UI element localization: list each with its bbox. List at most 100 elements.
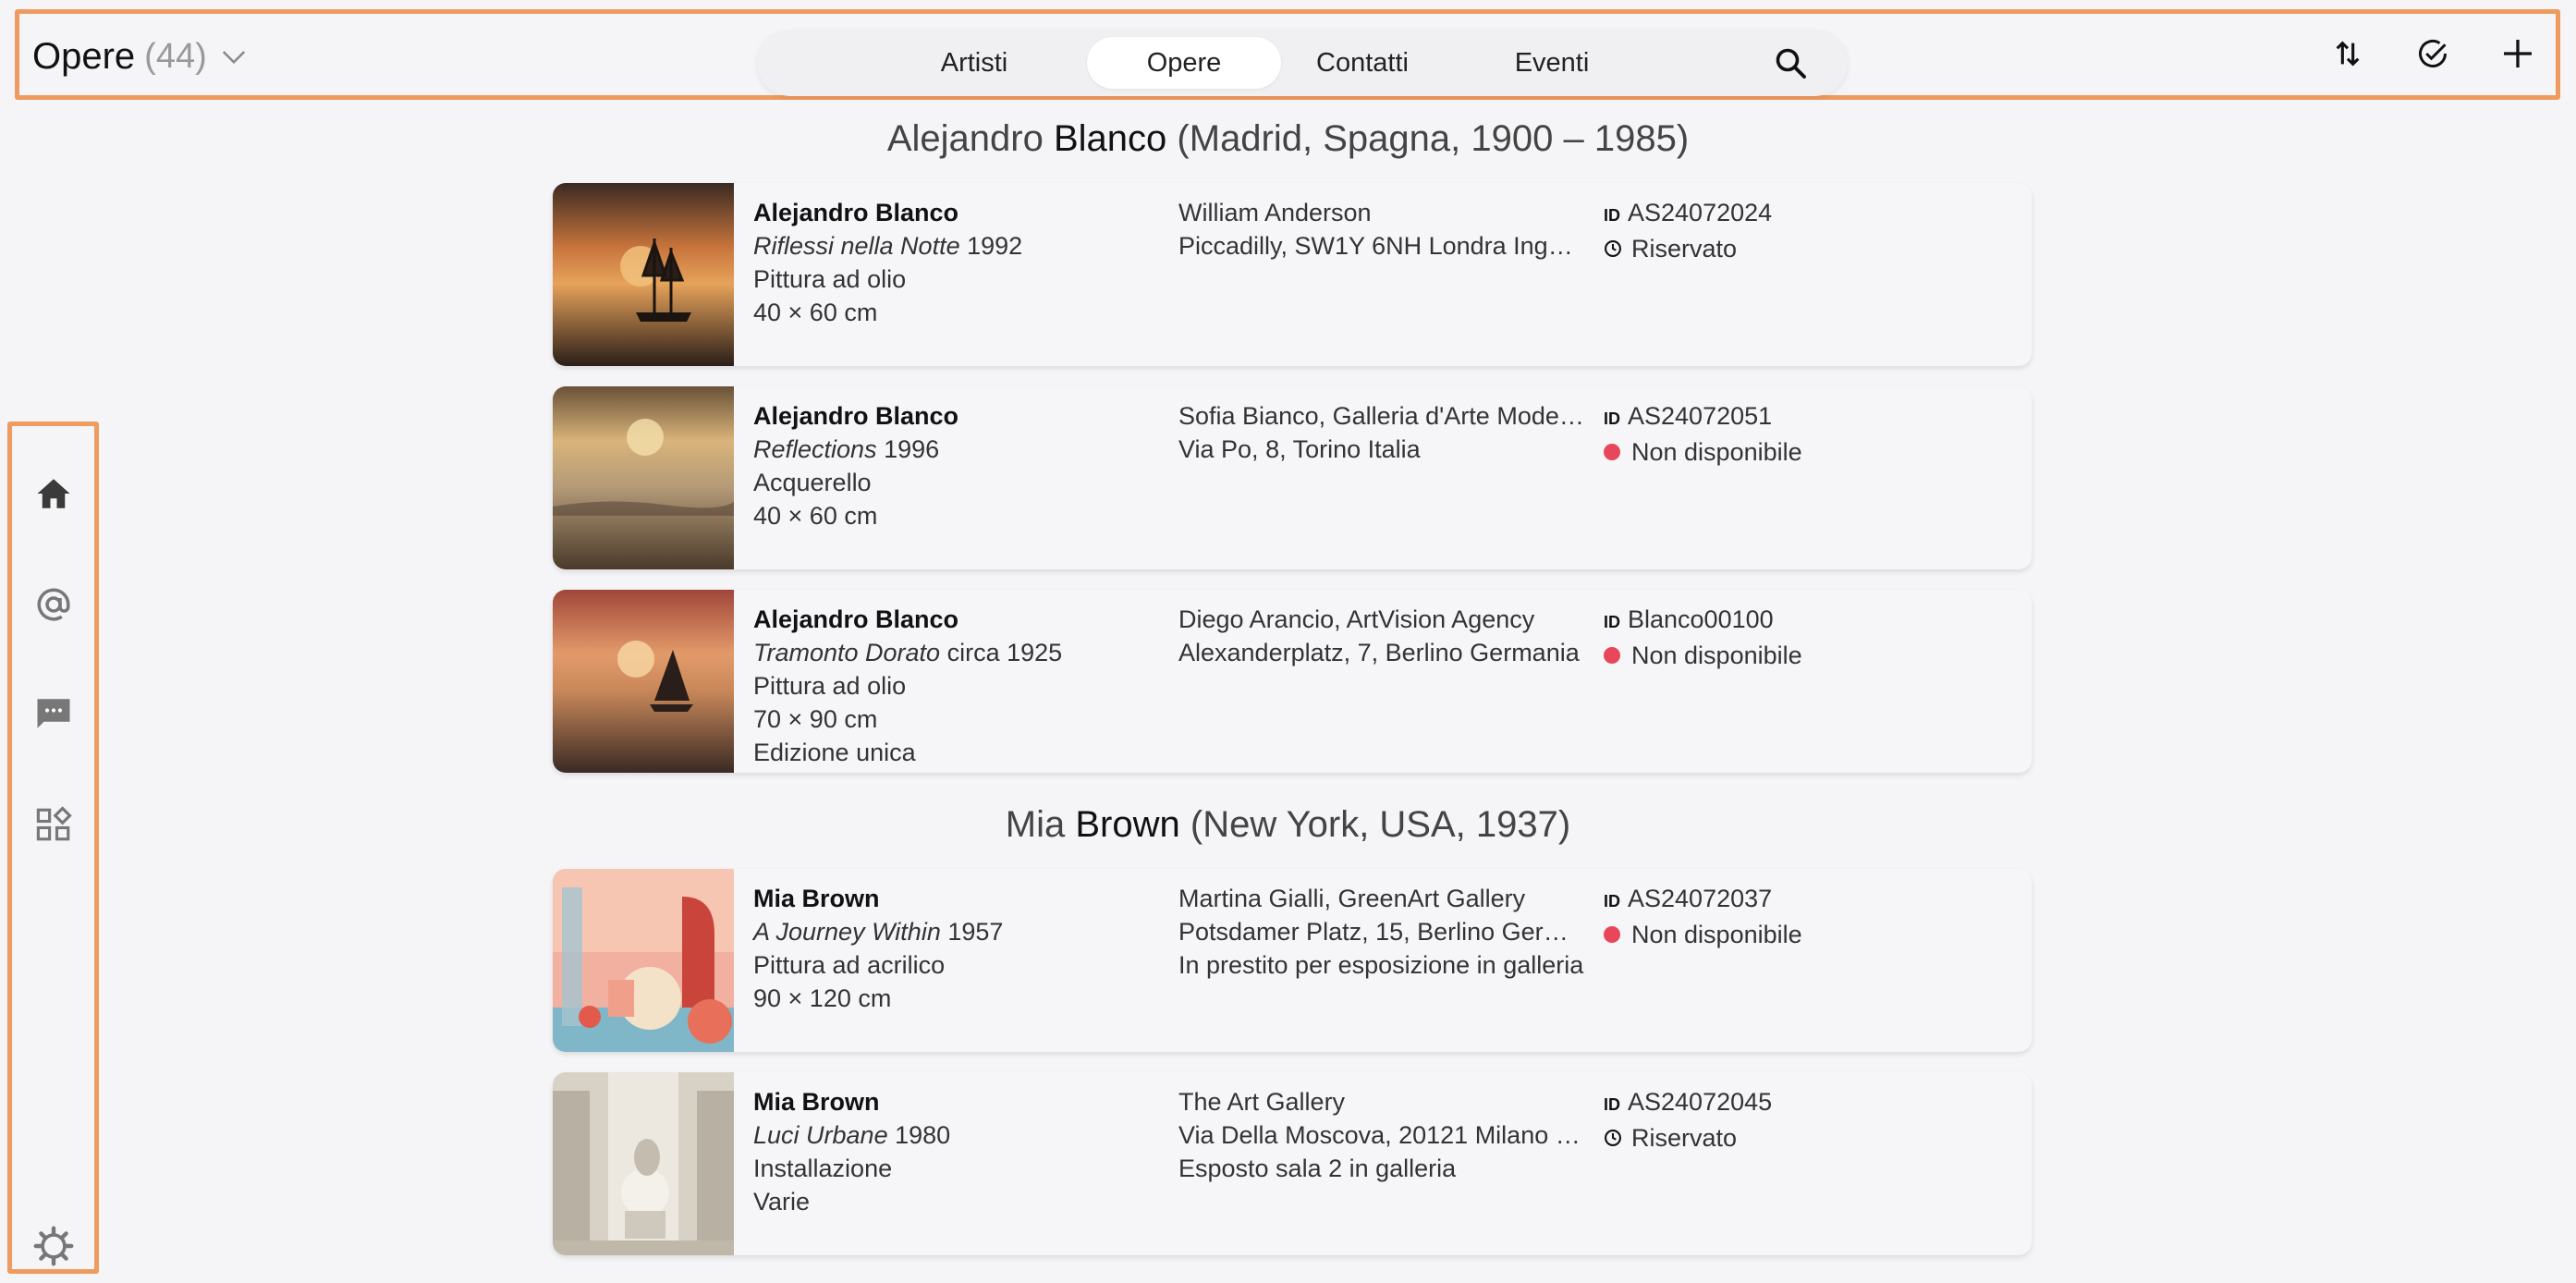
sidebar-item-settings[interactable] xyxy=(32,1225,75,1267)
artwork-size: Varie xyxy=(753,1188,811,1216)
id-label: ID xyxy=(1604,1095,1620,1114)
artwork-owner: The Art Gallery xyxy=(1178,1088,1346,1116)
add-button[interactable] xyxy=(2500,36,2535,71)
artwork-address: Via Po, 8, Torino Italia xyxy=(1178,435,1421,463)
status-badge: Non disponibile xyxy=(1604,918,1992,951)
status-text: Riservato xyxy=(1631,235,1738,263)
artwork-title-line: A Journey Within 1957 xyxy=(753,915,1160,948)
artwork-card[interactable]: Alejandro Blanco Reflections 1996 Acquer… xyxy=(553,386,2032,569)
artwork-details: Alejandro Blanco Riflessi nella Notte 19… xyxy=(753,196,1160,329)
tab-artisti[interactable]: Artisti xyxy=(896,37,1053,89)
chat-icon xyxy=(37,699,70,728)
artwork-location: William Anderson Piccadilly, SW1Y 6NH Lo… xyxy=(1178,196,1585,263)
section-title: Opere xyxy=(32,35,136,77)
artwork-meta: ID AS24072051 Non disponibile xyxy=(1604,399,1992,469)
artwork-thumbnail xyxy=(553,1072,734,1255)
artwork-meta: ID AS24072037 Non disponibile xyxy=(1604,882,1992,951)
sidebar-item-messages[interactable] xyxy=(32,692,75,735)
search-icon[interactable] xyxy=(1774,46,1807,79)
clock-icon xyxy=(1605,1130,1621,1146)
artwork-id: AS24072051 xyxy=(1628,402,1773,430)
status-text: Non disponibile xyxy=(1631,921,1802,948)
artwork-artist: Mia Brown xyxy=(753,885,880,912)
artwork-artist: Alejandro Blanco xyxy=(753,199,959,226)
artwork-artist: Alejandro Blanco xyxy=(753,402,959,430)
artwork-card[interactable]: Mia Brown Luci Urbane 1980 Installazione… xyxy=(553,1072,2032,1255)
sidebar-item-contacts[interactable] xyxy=(32,583,75,626)
artwork-owner: Sofia Bianco, Galleria d'Arte Moderna xyxy=(1178,402,1585,430)
artwork-location: Diego Arancio, ArtVision Agency Alexande… xyxy=(1178,603,1585,669)
home-icon xyxy=(37,479,70,508)
unavailable-dot-icon xyxy=(1604,926,1620,943)
artwork-meta: ID Blanco00100 Non disponibile xyxy=(1604,603,1992,672)
artwork-meta: ID AS24072024 Riservato xyxy=(1604,196,1992,265)
id-label: ID xyxy=(1604,613,1620,631)
status-badge: Riservato xyxy=(1604,232,1992,265)
artwork-year: 1996 xyxy=(884,435,940,463)
sort-button[interactable] xyxy=(2330,36,2365,71)
artwork-thumbnail xyxy=(553,869,734,1052)
artwork-title-line: Riflessi nella Notte 1992 xyxy=(753,229,1160,263)
artist-last-name: Blanco xyxy=(1053,118,1167,159)
section-count: (44) xyxy=(144,36,207,76)
artwork-details: Mia Brown Luci Urbane 1980 Installazione… xyxy=(753,1085,1160,1218)
artwork-id: Blanco00100 xyxy=(1628,605,1774,633)
artist-last-name: Brown xyxy=(1075,804,1180,845)
artwork-title-line: Tramonto Dorato circa 1925 xyxy=(753,636,1160,669)
artwork-card[interactable]: Alejandro Blanco Riflessi nella Notte 19… xyxy=(553,183,2032,366)
artwork-thumbnail xyxy=(553,590,734,773)
artist-first-name: Mia xyxy=(1005,804,1066,845)
toolbar-actions xyxy=(2330,36,2535,71)
artwork-details: Alejandro Blanco Reflections 1996 Acquer… xyxy=(753,399,1160,532)
artwork-size: 90 × 120 cm xyxy=(753,984,892,1012)
artwork-address: Piccadilly, SW1Y 6NH Londra Inghilterra xyxy=(1178,232,1585,260)
artwork-id: AS24072045 xyxy=(1628,1088,1773,1116)
at-icon xyxy=(37,588,70,621)
artwork-title-line: Reflections 1996 xyxy=(753,433,1160,466)
unavailable-dot-icon xyxy=(1604,647,1620,664)
artwork-card[interactable]: Mia Brown A Journey Within 1957 Pittura … xyxy=(553,869,2032,1052)
top-bar: Opere (44) Artisti Opere Contatti Eventi xyxy=(15,9,2560,100)
artwork-title: Reflections xyxy=(753,435,877,463)
artwork-edition: Edizione unica xyxy=(753,739,916,766)
artwork-owner: William Anderson xyxy=(1178,199,1372,226)
status-text: Non disponibile xyxy=(1631,642,1802,669)
artwork-details: Alejandro Blanco Tramonto Dorato circa 1… xyxy=(753,603,1160,769)
artwork-size: 40 × 60 cm xyxy=(753,299,878,326)
sidebar-item-home[interactable] xyxy=(32,472,75,515)
artwork-card[interactable]: Alejandro Blanco Tramonto Dorato circa 1… xyxy=(553,590,2032,773)
artwork-address: Potsdamer Platz, 15, Berlino Germania xyxy=(1178,918,1585,946)
artwork-title: Luci Urbane xyxy=(753,1121,888,1149)
id-label: ID xyxy=(1604,206,1620,225)
sidebar xyxy=(7,422,99,1274)
artwork-medium: Pittura ad acrilico xyxy=(753,951,946,979)
select-button[interactable] xyxy=(2415,36,2450,71)
section-selector[interactable]: Opere (44) xyxy=(32,34,248,79)
artwork-title: Riflessi nella Notte xyxy=(753,232,960,260)
tab-contatti[interactable]: Contatti xyxy=(1275,37,1450,89)
artwork-medium: Pittura ad olio xyxy=(753,672,907,700)
artwork-address: Via Della Moscova, 20121 Milano MI Itali… xyxy=(1178,1121,1585,1149)
tab-eventi[interactable]: Eventi xyxy=(1487,37,1617,89)
artwork-artist: Mia Brown xyxy=(753,1088,880,1116)
artwork-thumbnail xyxy=(553,183,734,366)
artwork-artist: Alejandro Blanco xyxy=(753,605,959,633)
status-text: Non disponibile xyxy=(1631,438,1802,466)
id-label: ID xyxy=(1604,409,1620,428)
settings-icon xyxy=(33,1226,74,1266)
plus-icon xyxy=(2504,40,2532,67)
artwork-address: Alexanderplatz, 7, Berlino Germania xyxy=(1178,639,1580,666)
artwork-title: Tramonto Dorato xyxy=(753,639,941,666)
id-label: ID xyxy=(1604,892,1620,910)
artist-info: (New York, USA, 1937) xyxy=(1190,804,1571,845)
tab-opere[interactable]: Opere xyxy=(1087,37,1281,89)
artwork-owner: Diego Arancio, ArtVision Agency xyxy=(1178,605,1535,633)
artwork-note: Esposto sala 2 in galleria xyxy=(1178,1155,1457,1182)
artist-first-name: Alejandro xyxy=(886,118,1044,159)
check-circle-icon xyxy=(2419,40,2447,67)
status-badge: Non disponibile xyxy=(1604,639,1992,672)
artist-group-header: Alejandro Blanco (Madrid, Spagna, 1900 –… xyxy=(0,118,2576,160)
chevron-down-icon xyxy=(222,51,245,65)
artwork-year: 1992 xyxy=(967,232,1023,260)
artwork-title: A Journey Within xyxy=(753,918,941,946)
